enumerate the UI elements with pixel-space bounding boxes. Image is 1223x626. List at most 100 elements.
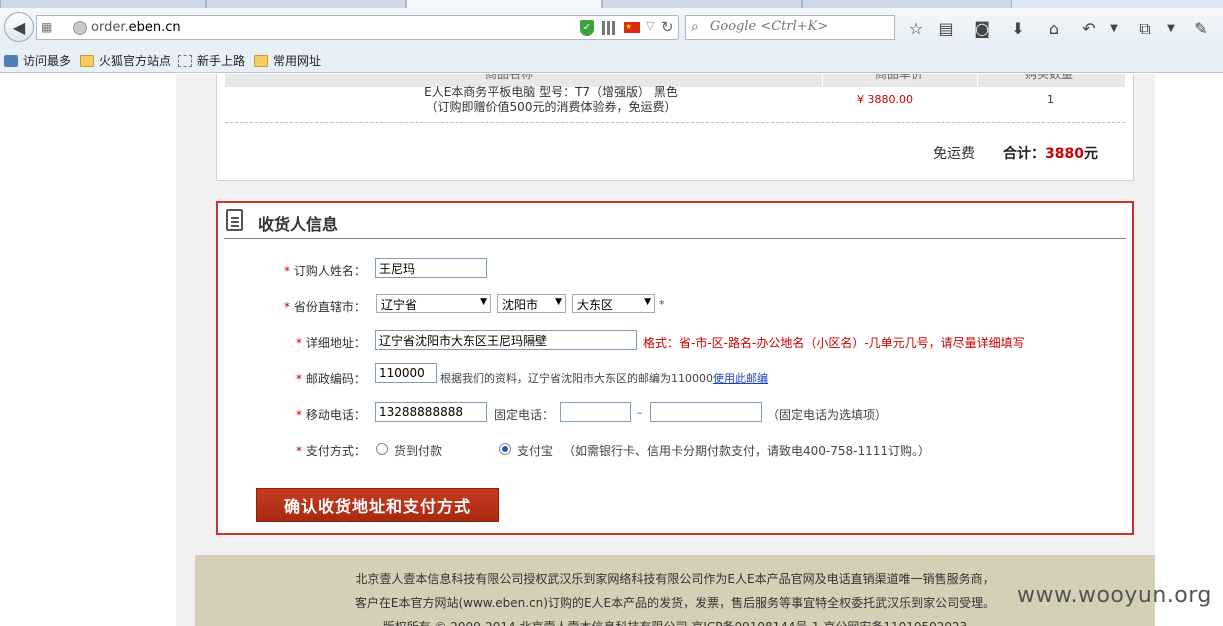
region-row: * 省份直辖市： 辽宁省 ▼ 沈阳市 ▼ 大东区 ▼ * xyxy=(218,294,1118,318)
browser-tab[interactable] xyxy=(206,0,406,8)
document-icon xyxy=(226,209,243,231)
zip-input[interactable] xyxy=(375,363,437,383)
district-select[interactable]: 大东区 ▼ xyxy=(572,294,655,313)
browser-tab[interactable] xyxy=(802,0,1012,8)
pocket-icon[interactable]: ◙ xyxy=(971,19,993,39)
tab-strip xyxy=(0,0,1223,8)
footer-line: 北京壹人壹本信息科技有限公司授权武汉乐到家网络科技有限公司作为E人E本产品官网及… xyxy=(355,572,995,586)
url-bar[interactable]: ▦ order.eben.cn ✓ ★ ▽ ↻ xyxy=(36,15,679,40)
footer-line: 版权所有 © 2009-2014 北京壹人壹本信息科技有限公司 京ICP备091… xyxy=(195,615,1155,626)
navigation-toolbar: ◀ ▦ order.eben.cn ✓ ★ ▽ ↻ ⌕ ☆ ▤ ◙ ⬇ ⌂ ↶ … xyxy=(0,8,1223,46)
search-bar[interactable]: ⌕ xyxy=(685,15,895,40)
city-select[interactable]: 沈阳市 ▼ xyxy=(497,294,566,313)
site-footer: 北京壹人壹本信息科技有限公司授权武汉乐到家网络科技有限公司作为E人E本产品官网及… xyxy=(195,555,1155,626)
page-viewport: 商品名称 商品单价 购买数量 E人E本商务平板电脑 型号：T7（增强版） 黑色 … xyxy=(0,74,1223,626)
address-input[interactable] xyxy=(375,330,637,350)
landline-hint: （固定电话为选填项） xyxy=(767,408,888,422)
bookmark-most-visited[interactable]: 访问最多 xyxy=(4,52,71,69)
folder-icon xyxy=(80,54,94,67)
shipping-note: 免运费 xyxy=(933,146,975,162)
chevron-down-icon: ▼ xyxy=(555,297,562,307)
dashed-page-icon xyxy=(178,54,192,67)
region-label: * 省份直辖市： xyxy=(284,300,366,314)
chevron-down-icon: ▼ xyxy=(480,297,487,307)
download-icon[interactable]: ⬇ xyxy=(1007,19,1029,39)
col-price-header: 商品单价 xyxy=(875,74,924,81)
most-visited-icon xyxy=(4,54,18,67)
landline-dash: – xyxy=(637,406,643,419)
browser-tab-active[interactable] xyxy=(406,0,602,8)
product-price: ¥ 3880.00 xyxy=(857,93,913,106)
bookmark-label: 火狐官方站点 xyxy=(99,54,172,68)
alipay-label[interactable]: 支付宝 xyxy=(517,442,553,459)
use-zip-link[interactable]: 使用此邮编 xyxy=(713,372,768,385)
china-flag-icon[interactable]: ★ xyxy=(624,22,640,33)
home-icon[interactable]: ⌂ xyxy=(1043,19,1065,39)
product-name: E人E本商务平板电脑 型号：T7（增强版） 黑色 （订购即赠价值500元的消费体… xyxy=(424,85,678,114)
name-label: * 订购人姓名： xyxy=(284,264,366,278)
landline-label: 固定电话： xyxy=(494,408,555,422)
form-title: 收货人信息 xyxy=(258,215,339,234)
buyer-name-input[interactable] xyxy=(375,258,487,278)
product-quantity: 1 xyxy=(1047,93,1054,106)
order-product-box: 商品名称 商品单价 购买数量 E人E本商务平板电脑 型号：T7（增强版） 黑色 … xyxy=(216,74,1134,181)
footer-line: 客户在E本官方网站(www.eben.cn)订购的E人E本产品的发货，发票，售后… xyxy=(354,596,996,610)
zip-row: * 邮政编码： 根据我们的资料，辽宁省沈阳市大东区的邮编为110000使用此邮编 xyxy=(218,363,1118,390)
bookmark-getting-started[interactable]: 新手上路 xyxy=(178,52,245,69)
browser-tab[interactable] xyxy=(602,0,802,8)
alipay-radio[interactable] xyxy=(499,443,511,455)
col-qty-header: 购买数量 xyxy=(1025,74,1074,81)
divider xyxy=(225,122,1125,123)
required-marker: * xyxy=(659,298,665,311)
consignee-info-form: 收货人信息 * 订购人姓名： * 省份直辖市： 辽宁省▼ 沈阳市▼ 大东区▼ *… xyxy=(216,201,1134,535)
name-row: * 订购人姓名： xyxy=(218,258,1118,282)
search-icon: ⌕ xyxy=(691,19,699,35)
payment-hint: （如需银行卡、信用卡分期付款支付，请致电400-758-1111订购。） xyxy=(563,444,931,458)
confirm-address-payment-button[interactable]: 确认收货地址和支付方式 xyxy=(256,488,499,522)
bookmark-firefox-site[interactable]: 火狐官方站点 xyxy=(80,52,171,69)
back-button[interactable]: ◀ xyxy=(4,12,34,42)
chevron-down-icon: ▼ xyxy=(644,297,651,307)
chevron-down-icon[interactable]: ▼ xyxy=(1160,19,1182,39)
bookmark-label: 新手上路 xyxy=(197,54,246,68)
globe-icon xyxy=(73,21,87,35)
bookmarks-toolbar: 访问最多 火狐官方站点 新手上路 常用网址 xyxy=(0,46,1223,73)
pages-icon[interactable]: ▦ xyxy=(41,20,55,34)
payment-row: * 支付方式： 货到付款 支付宝 （如需银行卡、信用卡分期付款支付，请致电400… xyxy=(218,438,1118,462)
payment-label: * 支付方式： xyxy=(296,444,366,458)
shield-icon[interactable]: ✓ xyxy=(580,20,594,36)
back-arrow-icon: ◀ xyxy=(12,17,26,37)
browser-tab[interactable] xyxy=(0,0,206,8)
cod-label[interactable]: 货到付款 xyxy=(394,442,442,459)
col-product-header: 商品名称 xyxy=(485,74,534,81)
order-total: 合计：3880元 xyxy=(1003,146,1098,162)
form-header: 收货人信息 xyxy=(224,207,1126,239)
landline-number-input[interactable] xyxy=(650,402,762,422)
crop-icon[interactable]: ⧉ xyxy=(1134,19,1156,39)
bookmark-label: 常用网址 xyxy=(273,54,322,68)
folder-icon xyxy=(254,54,268,67)
mobile-label: * 移动电话： xyxy=(296,408,366,422)
bookmark-common-sites[interactable]: 常用网址 xyxy=(254,52,321,69)
addon-icon[interactable]: ✎ xyxy=(1190,19,1212,39)
undo-icon[interactable]: ↶ xyxy=(1078,19,1100,39)
clipboard-icon[interactable]: ▤ xyxy=(935,19,957,39)
dropdown-arrow-icon[interactable]: ▽ xyxy=(646,19,654,32)
address-format-hint: 格式：省-市-区-路名-办公地名（小区名）-几单元几号，请尽量详细填写 xyxy=(643,336,1025,350)
watermark: www.wooyun.org xyxy=(1017,583,1212,608)
reload-icon[interactable]: ↻ xyxy=(661,18,674,36)
province-select[interactable]: 辽宁省 ▼ xyxy=(376,294,491,313)
zip-label: * 邮政编码： xyxy=(296,372,366,386)
cod-radio[interactable] xyxy=(376,443,388,455)
mobile-input[interactable] xyxy=(375,402,487,422)
phone-row: * 移动电话： 固定电话： – （固定电话为选填项） xyxy=(218,402,1118,426)
chevron-down-icon[interactable]: ▼ xyxy=(1103,19,1125,39)
search-input[interactable] xyxy=(710,19,890,34)
zip-hint: 根据我们的资料，辽宁省沈阳市大东区的邮编为110000使用此邮编 xyxy=(440,372,768,385)
url-text[interactable]: order.eben.cn xyxy=(91,20,181,35)
landline-area-input[interactable] xyxy=(560,402,631,422)
qr-code-icon[interactable] xyxy=(602,21,616,35)
address-row: * 详细地址： 格式：省-市-区-路名-办公地名（小区名）-几单元几号，请尽量详… xyxy=(218,330,1118,354)
bookmark-star-icon[interactable]: ☆ xyxy=(905,19,927,39)
address-label: * 详细地址： xyxy=(296,336,366,350)
